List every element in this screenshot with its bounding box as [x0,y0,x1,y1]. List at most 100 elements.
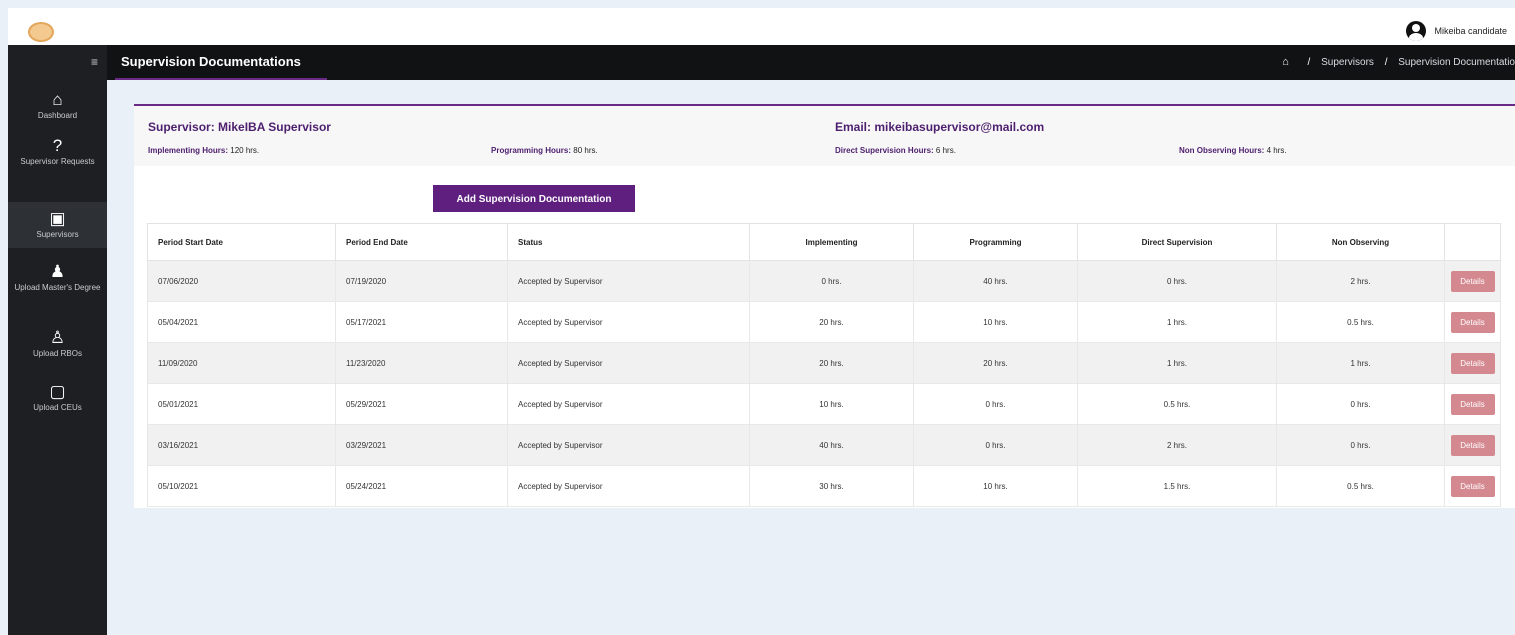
column-header: Programming [913,223,1078,261]
table-cell: Details [1444,301,1501,343]
person-icon: ♟ [49,262,66,281]
table-row: 11/09/2020 11/23/2020 Accepted by Supervis… [147,342,1501,384]
table-cell: Accepted by Supervisor [507,383,750,425]
table-cell: 1 hrs. [1276,342,1445,384]
table-cell: 05/04/2021 [147,301,336,343]
avatar-icon[interactable] [1406,21,1427,41]
sidebar-item-supervisors[interactable]: ▣ Supervisors [8,202,107,248]
table-cell: 05/24/2021 [335,465,508,507]
user-menu[interactable]: Mikeiba candidate [1406,21,1507,41]
question-icon: ? [52,136,63,155]
sidebar: ≡ ⌂ Dashboard ? Supervisor Requests ▣ Su… [8,45,107,635]
table-cell: 0 hrs. [1276,383,1445,425]
breadcrumb: ⌂ / Supervisors / Supervision Documentat… [1282,56,1515,68]
table-row: 07/06/2020 07/19/2020 Accepted by Supervis… [147,260,1501,302]
user-name[interactable]: Mikeiba candidate [1434,26,1507,36]
table-cell: 20 hrs. [749,301,914,343]
table-cell: Accepted by Supervisor [507,260,750,302]
column-header: Period Start Date [147,223,336,261]
menu-toggle-icon[interactable]: ≡ [91,55,98,69]
table-cell: 03/16/2021 [147,424,336,466]
table-cell: 0.5 hrs. [1276,301,1445,343]
home-icon[interactable]: ⌂ [1282,56,1289,68]
table-row: 05/01/2021 05/29/2021 Accepted by Supervis… [147,383,1501,425]
programming-hours: Programming Hours: 80 hrs. [491,146,598,155]
documentation-card: Supervisor: MikeIBA Supervisor Email: mi… [134,104,1515,508]
non-observing-hours: Non Observing Hours: 4 hrs. [1179,146,1287,155]
supervisor-info: Supervisor: MikeIBA Supervisor Email: mi… [134,106,1515,166]
book-icon: ▢ [49,382,66,401]
table-row: 03/16/2021 03/29/2021 Accepted by Supervis… [147,424,1501,466]
sidebar-item-upload-rbos[interactable]: ♙ Upload RBOs [8,329,107,359]
table-cell: 0 hrs. [1077,260,1277,302]
add-supervision-documentation-button[interactable]: Add Supervision Documentation [433,185,635,212]
breadcrumb-supervisors[interactable]: Supervisors [1321,57,1374,68]
presentation-icon: ▣ [49,209,66,228]
table-cell: 07/06/2020 [147,260,336,302]
details-button[interactable]: Details [1450,311,1495,333]
title-underline [115,78,327,80]
column-header: Period End Date [335,223,508,261]
table-cell: 20 hrs. [913,342,1078,384]
table-cell: 0 hrs. [913,424,1078,466]
table-cell: 0 hrs. [913,383,1078,425]
table-cell: 30 hrs. [749,465,914,507]
table-cell: 05/17/2021 [335,301,508,343]
table-cell: Accepted by Supervisor [507,342,750,384]
sidebar-item-label: Upload RBOs [33,349,82,358]
table-cell: 2 hrs. [1276,260,1445,302]
table-cell: 10 hrs. [749,383,914,425]
sidebar-item-label: Dashboard [37,111,78,120]
table-cell: Details [1444,465,1501,507]
graduate-icon: ♙ [49,328,66,347]
table-cell: 1.5 hrs. [1077,465,1277,507]
documentation-table: Period Start Date Period End Date Status… [147,223,1501,507]
table-cell: Accepted by Supervisor [507,301,750,343]
breadcrumb-current: Supervision Documentatio [1398,57,1515,68]
column-header: Status [507,223,750,261]
table-cell: Details [1444,342,1501,384]
logo-icon [28,22,54,42]
implementing-hours: Implementing Hours: 120 hrs. [148,146,260,155]
details-button[interactable]: Details [1450,475,1495,497]
column-header [1444,223,1501,261]
sidebar-item-label: Supervisor Requests [20,157,95,166]
table-cell: 2 hrs. [1077,424,1277,466]
details-button[interactable]: Details [1450,270,1495,292]
sidebar-item-label: Upload CEUs [33,403,82,412]
details-button[interactable]: Details [1450,393,1495,415]
table-cell: 11/23/2020 [335,342,508,384]
table-cell: 0 hrs. [1276,424,1445,466]
table-cell: 10 hrs. [913,301,1078,343]
sidebar-item-label: Upload Master's Degree [14,283,101,292]
sidebar-item-label: Supervisors [36,230,79,239]
table-cell: 1 hrs. [1077,301,1277,343]
table-cell: 1 hrs. [1077,342,1277,384]
table-cell: 05/01/2021 [147,383,336,425]
table-cell: 03/29/2021 [335,424,508,466]
sidebar-item-supervisor-requests[interactable]: ? Supervisor Requests [8,137,107,167]
sidebar-item-dashboard[interactable]: ⌂ Dashboard [8,91,107,121]
table-cell: 05/29/2021 [335,383,508,425]
details-button[interactable]: Details [1450,352,1495,374]
table-cell: Accepted by Supervisor [507,465,750,507]
table-cell: 0.5 hrs. [1077,383,1277,425]
column-header: Direct Supervision [1077,223,1277,261]
table-row: 05/10/2021 05/24/2021 Accepted by Supervis… [147,465,1501,507]
table-cell: Details [1444,383,1501,425]
supervisor-name: Supervisor: MikeIBA Supervisor [148,120,331,134]
page-title: Supervision Documentations [121,54,301,69]
column-header: Implementing [749,223,914,261]
table-cell: Details [1444,260,1501,302]
table-cell: 40 hrs. [913,260,1078,302]
table-cell: Details [1444,424,1501,466]
details-button[interactable]: Details [1450,434,1495,456]
table-cell: 11/09/2020 [147,342,336,384]
sidebar-item-upload-ceus[interactable]: ▢ Upload CEUs [8,383,107,413]
sidebar-item-upload-masters-degree[interactable]: ♟ Upload Master's Degree [8,263,107,293]
home-icon: ⌂ [52,90,63,109]
table-cell: 07/19/2020 [335,260,508,302]
table-header-row: Period Start Date Period End Date Status… [147,223,1501,261]
table-cell: 0.5 hrs. [1276,465,1445,507]
table-cell: 0 hrs. [749,260,914,302]
